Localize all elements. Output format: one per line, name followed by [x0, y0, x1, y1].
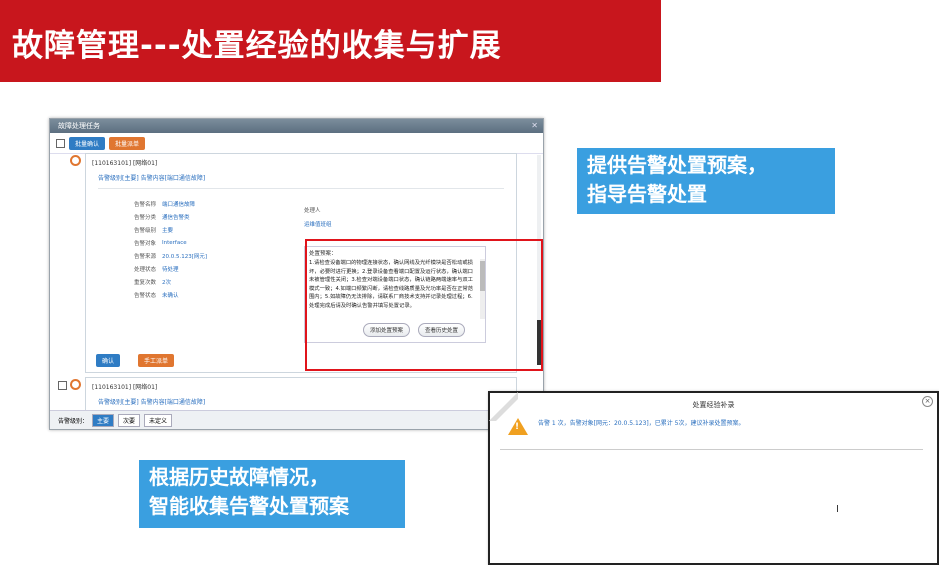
field-value: 20.0.5.123[网元] — [162, 253, 208, 260]
confirm-button[interactable]: 确认 — [96, 354, 121, 367]
record-header: [110163101] [网络01] — [92, 384, 158, 391]
field-label: 处理状态 — [133, 266, 156, 273]
close-icon[interactable]: × — [922, 396, 933, 407]
record-header: [110163101] [网络01] — [92, 160, 158, 167]
manual-dispatch-button[interactable]: 手工派单 — [138, 354, 175, 367]
warning-mark: ! — [515, 422, 520, 432]
field-label: 告警对象 — [133, 240, 156, 247]
callout-history-collection: 根据历史故障情况， 智能收集告警处置预案 — [139, 460, 405, 528]
field-value: 端口通信故障 — [162, 201, 196, 208]
dialog-title: 处置经验补录 — [692, 401, 735, 409]
record-checkbox[interactable] — [58, 381, 67, 390]
record-actions: 确认 手工派单 — [96, 354, 175, 367]
window-footer: 告警级别： 主要 次要 未定义 — [50, 410, 543, 429]
field-row: 告警级别 主要 — [86, 223, 516, 236]
field-row: 告警名称 端口通信故障 — [86, 197, 516, 210]
field-value: 通信告警类 — [162, 214, 190, 221]
window-titlebar: 故障处理任务 ✕ — [50, 119, 543, 133]
field-value: 待处理 — [162, 266, 179, 273]
filter-undefined-button[interactable]: 未定义 — [144, 413, 173, 427]
callout-plan-line1: 提供告警处置预案， — [587, 153, 767, 177]
batch-confirm-button[interactable]: 批量确认 — [69, 136, 106, 150]
field-label: 告警名称 — [133, 201, 156, 208]
callout-history-line1: 根据历史故障情况， — [149, 465, 329, 489]
field-label: 告警来源 — [133, 253, 156, 260]
handler-value[interactable]: 运维值班组 — [304, 220, 332, 228]
field-value: 未确认 — [162, 292, 179, 299]
footer-label: 告警级别： — [58, 417, 89, 425]
field-row: 告警分类 通信告警类 — [86, 210, 516, 223]
field-value: Interface — [162, 239, 187, 246]
record-alarm-link[interactable]: 告警级别[主要] 告警内容[端口通信故障] — [86, 395, 516, 408]
experience-dialog: 处置经验补录 × ! 告警 1 次，告警对象[网元：20.0.5.123]，已累… — [488, 391, 939, 565]
timeline-dot — [70, 155, 81, 166]
callout-plan-guidance: 提供告警处置预案， 指导告警处置 — [577, 148, 835, 214]
field-label: 告警分类 — [133, 214, 156, 221]
callout-plan-line2: 指导告警处置 — [587, 182, 707, 206]
field-value: 主要 — [162, 227, 174, 234]
record-alarm-link[interactable]: 告警级别[主要] 告警内容[端口通信故障] — [86, 171, 516, 184]
field-label: 重复次数 — [133, 279, 156, 286]
close-icon[interactable]: ✕ — [531, 119, 538, 133]
corner-decoration — [488, 391, 518, 421]
filter-major-button[interactable]: 主要 — [92, 413, 115, 427]
timeline-dot — [70, 379, 81, 390]
window-toolbar: 批量确认 批量派单 — [50, 133, 543, 154]
callout-history-line2: 智能收集告警处置预案 — [149, 494, 349, 518]
filter-minor-button[interactable]: 次要 — [118, 413, 141, 427]
batch-dispatch-button[interactable]: 批量派单 — [109, 136, 146, 150]
field-value: 2次 — [162, 279, 171, 286]
highlight-frame — [305, 239, 543, 371]
field-label: 告警状态 — [133, 292, 156, 299]
text-cursor: I — [836, 504, 839, 515]
dialog-divider — [500, 449, 923, 450]
divider — [98, 188, 504, 189]
slide-title-bar: 故障管理---处置经验的收集与扩展 — [0, 0, 661, 82]
select-all-checkbox[interactable] — [56, 138, 65, 148]
window-title: 故障处理任务 — [58, 122, 100, 130]
slide-title: 故障管理---处置经验的收集与扩展 — [12, 28, 502, 64]
handler-label: 处理人 — [304, 208, 321, 214]
dialog-message: 告警 1 次，告警对象[网元：20.0.5.123]，已累计 5次，建议补录处置… — [538, 420, 745, 427]
field-label: 告警级别 — [133, 227, 156, 234]
